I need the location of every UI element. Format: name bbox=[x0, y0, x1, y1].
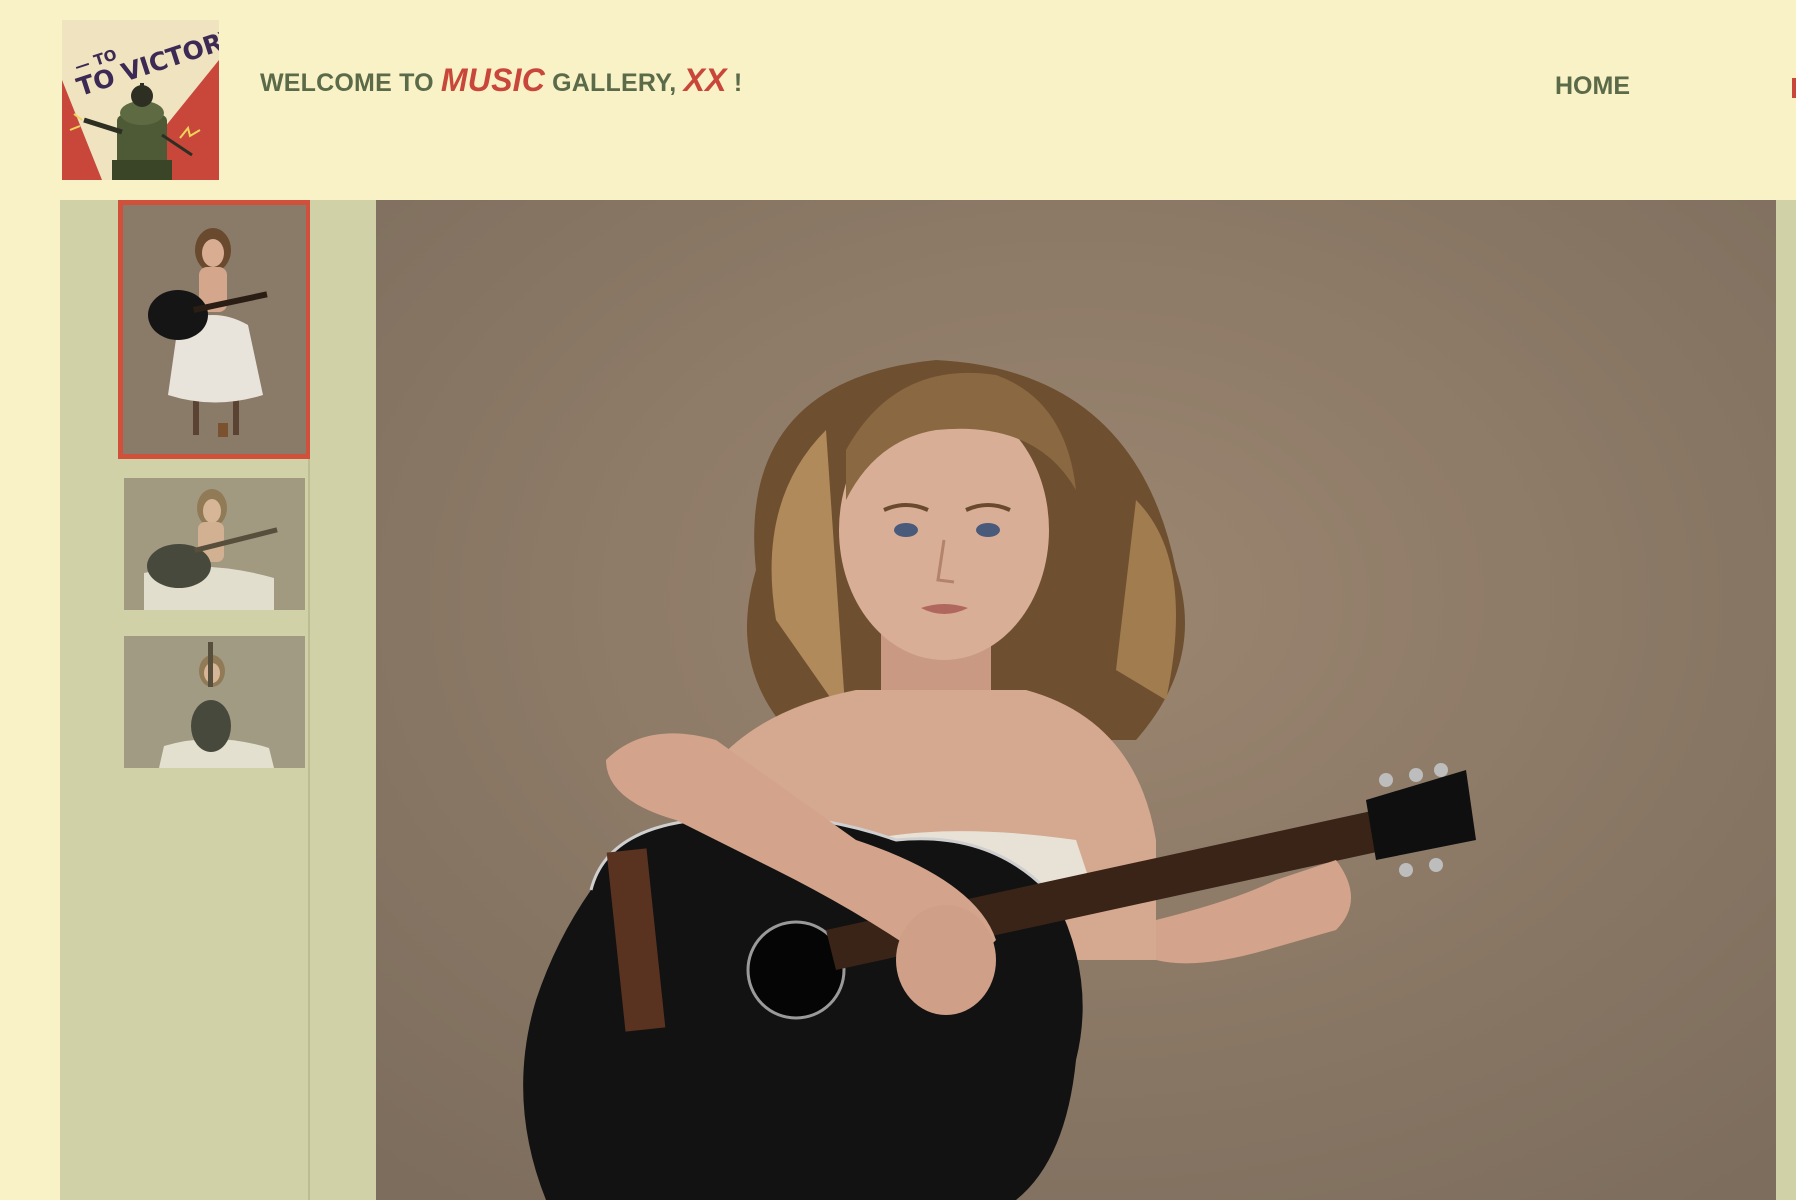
page-header: — TO TO VICTORY! WELCOME TO MUSIC GALLER… bbox=[0, 0, 1796, 200]
thumbnail-1[interactable] bbox=[118, 200, 311, 459]
sidebar-gap bbox=[310, 200, 376, 1200]
thumbnail-2-image bbox=[124, 478, 305, 610]
right-edge-strip bbox=[1776, 200, 1796, 1200]
welcome-prefix: WELCOME TO bbox=[260, 69, 441, 97]
thumbnail-3[interactable] bbox=[124, 636, 305, 768]
thumbnail-sidebar[interactable] bbox=[60, 200, 311, 1200]
logo-image: — TO TO VICTORY! bbox=[62, 20, 219, 180]
nav-home-link[interactable]: HOME bbox=[1555, 72, 1630, 101]
thumbnail-2[interactable] bbox=[124, 478, 305, 610]
welcome-middle: GALLERY, bbox=[545, 69, 684, 97]
main-gallery-image[interactable] bbox=[376, 200, 1776, 1200]
dalek-poster-logo[interactable]: — TO TO VICTORY! bbox=[62, 20, 219, 180]
user-name: XX bbox=[683, 62, 727, 98]
thumbnail-3-image bbox=[124, 636, 305, 768]
gallery-name: MUSIC bbox=[440, 62, 546, 98]
thumbnail-1-image bbox=[123, 205, 306, 454]
main-photo-art bbox=[376, 200, 1776, 1200]
welcome-heading: WELCOME TO MUSIC GALLERY, XX ! bbox=[260, 62, 742, 99]
nav-overflow-item[interactable] bbox=[1792, 78, 1796, 98]
welcome-suffix: ! bbox=[726, 69, 743, 97]
